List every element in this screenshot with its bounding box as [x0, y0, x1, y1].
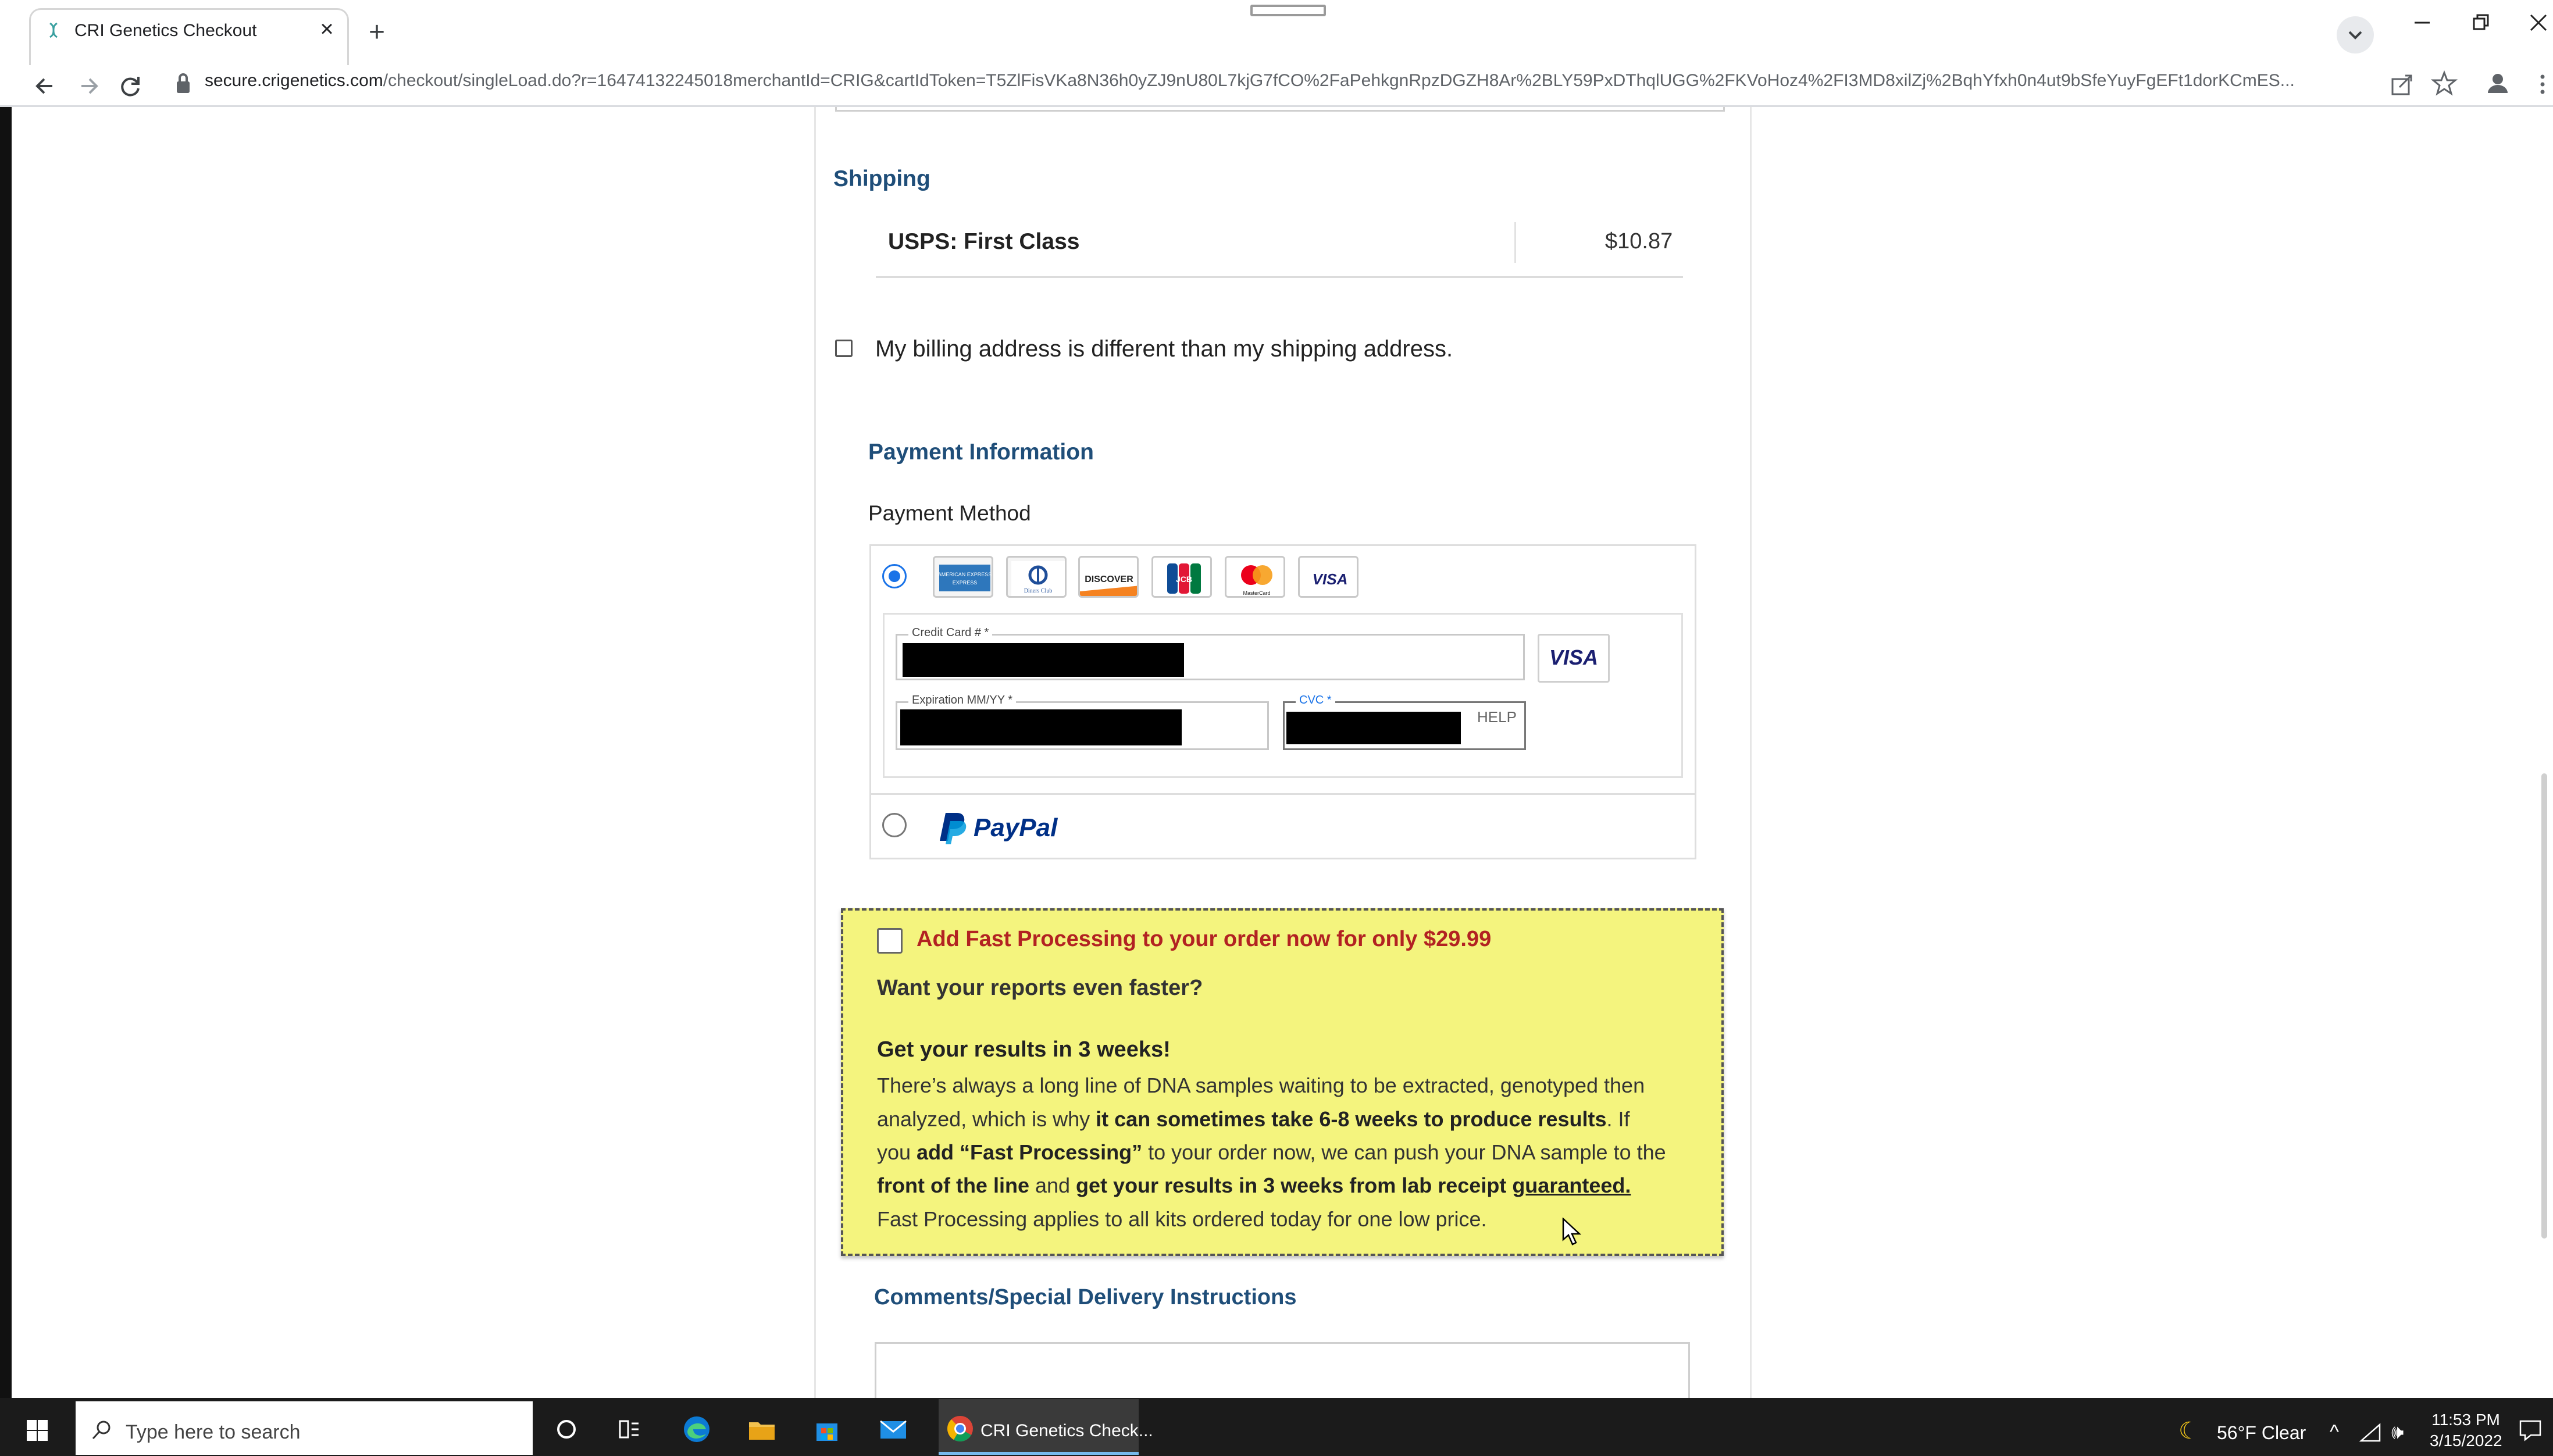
cvc-help-link[interactable]: HELP	[1477, 708, 1517, 726]
window-close-icon[interactable]	[2524, 8, 2553, 37]
window-grip[interactable]	[1250, 5, 1326, 16]
fast-processing-headline: Get your results in 3 weeks!	[877, 1037, 1171, 1062]
new-tab-icon[interactable]: +	[361, 17, 393, 50]
url-path: /checkout/singleLoad.do?r=16474132245018…	[383, 71, 2295, 90]
svg-text:AMERICAN EXPRESS: AMERICAN EXPRESS	[938, 572, 992, 577]
billing-different-label[interactable]: My billing address is different than my …	[875, 336, 1453, 362]
shipping-method: USPS: First Class	[888, 229, 1080, 254]
mail-icon[interactable]	[877, 1413, 910, 1446]
taskbar-search-placeholder: Type here to search	[126, 1421, 301, 1443]
clock-date: 3/15/2022	[2430, 1432, 2502, 1450]
fast-processing-text-line: analyzed, which is why it can sometimes …	[877, 1107, 1630, 1131]
svg-text:MasterCard: MasterCard	[1243, 590, 1270, 596]
fast-processing-offer[interactable]: Add Fast Processing to your order now fo…	[917, 927, 1491, 952]
forward-icon[interactable]	[72, 70, 105, 102]
billing-different-checkbox[interactable]	[835, 340, 853, 357]
payment-method-label: Payment Method	[868, 501, 1031, 525]
fast-processing-text-line: There’s always a long line of DNA sample…	[877, 1073, 1645, 1097]
diners-club-card-icon: Diners Club	[1006, 556, 1067, 598]
fast-processing-checkbox[interactable]	[877, 928, 903, 954]
minimize-icon[interactable]	[2408, 8, 2437, 37]
weather-moon-icon[interactable]: ☾	[2178, 1418, 2199, 1444]
task-view-icon[interactable]	[613, 1413, 646, 1446]
expiration-redaction	[900, 709, 1182, 745]
restore-icon[interactable]	[2466, 8, 2495, 37]
paypal-logo[interactable]: PayPal	[935, 807, 1086, 848]
jcb-card-icon: JCB	[1151, 556, 1212, 598]
volume-icon[interactable]: 🕪	[2391, 1421, 2404, 1444]
edge-icon[interactable]	[680, 1413, 713, 1446]
share-icon[interactable]	[2389, 71, 2416, 98]
cortana-icon[interactable]	[550, 1413, 583, 1446]
svg-text:VISA: VISA	[1313, 570, 1348, 588]
svg-text:EXPRESS: EXPRESS	[953, 580, 978, 586]
network-icon[interactable]	[2359, 1422, 2382, 1443]
svg-text:VISA: VISA	[1549, 645, 1598, 669]
page-scrollbar[interactable]	[2541, 773, 2547, 1239]
comments-title: Comments/Special Delivery Instructions	[874, 1285, 1297, 1309]
store-icon[interactable]	[811, 1413, 843, 1446]
tab-search-button[interactable]	[2337, 16, 2374, 53]
svg-text:PayPal: PayPal	[974, 813, 1058, 842]
clock-time: 11:53 PM	[2431, 1411, 2500, 1429]
cvc-label: CVC *	[1296, 694, 1335, 707]
fast-processing-question: Want your reports even faster?	[877, 976, 1203, 1000]
svg-text:DISCOVER: DISCOVER	[1085, 574, 1133, 584]
bookmark-star-icon[interactable]	[2431, 70, 2458, 97]
windows-start-icon[interactable]	[26, 1419, 49, 1442]
screen: CRI Genetics Checkout × + secure.crigene…	[0, 0, 2553, 1456]
payment-box-divider	[869, 793, 1696, 795]
card-number-label: Credit Card # *	[908, 626, 993, 640]
discover-card-icon: DISCOVER	[1078, 556, 1139, 598]
url-text[interactable]: secure.crigenetics.com/checkout/singleLo…	[205, 71, 2368, 91]
svg-text:JCB: JCB	[1176, 574, 1192, 584]
mouse-cursor-icon	[1562, 1218, 1582, 1246]
lock-icon[interactable]	[174, 72, 192, 95]
tray-clock[interactable]: 11:53 PM 3/15/2022	[2430, 1409, 2502, 1451]
paypal-radio[interactable]	[882, 813, 907, 837]
weather-text[interactable]: 56°F Clear	[2217, 1422, 2306, 1444]
shipping-divider	[1514, 222, 1516, 263]
shipping-title: Shipping	[833, 166, 930, 191]
fast-processing-text-line: you add “Fast Processing” to your order …	[877, 1140, 1666, 1164]
cvc-redaction	[1286, 712, 1461, 744]
more-menu-icon[interactable]	[2536, 71, 2550, 98]
svg-text:Diners Club: Diners Club	[1024, 588, 1053, 594]
url-host: secure.crigenetics.com	[205, 71, 383, 90]
radio-selected-dot	[889, 570, 900, 582]
guaranteed-link: guaranteed.	[1512, 1173, 1631, 1197]
reload-icon[interactable]	[114, 70, 147, 102]
notifications-icon[interactable]	[2518, 1419, 2543, 1442]
amex-card-icon: AMERICAN EXPRESS EXPRESS	[933, 556, 993, 598]
back-icon[interactable]	[29, 70, 62, 102]
previous-field-edge	[835, 107, 1725, 112]
fast-processing-text-line: Fast Processing applies to all kits orde…	[877, 1207, 1487, 1231]
file-explorer-icon[interactable]	[746, 1413, 778, 1446]
tray-chevron-up-icon[interactable]: ^	[2330, 1421, 2339, 1444]
payment-info-title: Payment Information	[868, 440, 1094, 465]
tab-title: CRI Genetics Checkout	[74, 21, 257, 40]
mastercard-card-icon: MasterCard	[1225, 556, 1285, 598]
chrome-icon	[947, 1416, 973, 1441]
expiration-label: Expiration MM/YY *	[908, 694, 1017, 707]
page-edge	[0, 107, 12, 1398]
visa-card-icon: VISA	[1298, 556, 1358, 598]
search-icon	[92, 1421, 110, 1440]
detected-brand-badge: VISA	[1538, 634, 1610, 683]
shipping-price: $10.87	[1605, 229, 1673, 254]
card-number-redaction	[903, 643, 1184, 677]
taskbar-chrome-label: CRI Genetics Check...	[980, 1421, 1153, 1440]
tab-close-icon[interactable]: ×	[314, 16, 340, 42]
chevron-down-icon	[2348, 31, 2362, 40]
profile-icon[interactable]	[2483, 69, 2512, 98]
dna-favicon-icon	[49, 22, 58, 38]
fast-processing-text-line: front of the line and get your results i…	[877, 1173, 1631, 1197]
